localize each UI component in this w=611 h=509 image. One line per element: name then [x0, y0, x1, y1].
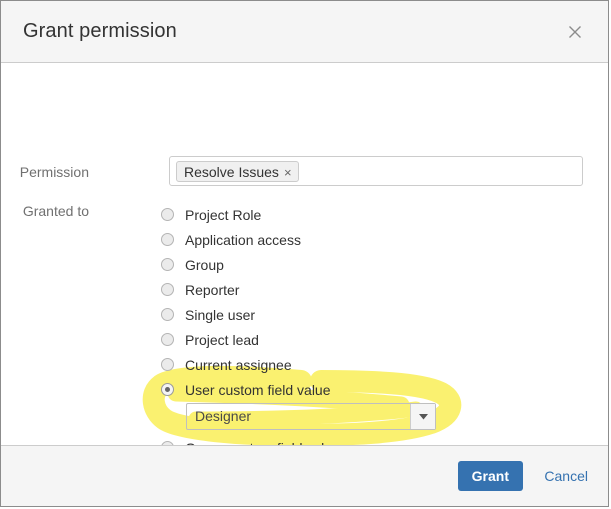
radio-option-label: Single user [185, 306, 256, 323]
permission-chip-label: Resolve Issues [184, 164, 279, 180]
radio-option-reporter[interactable]: Reporter [161, 277, 340, 302]
close-icon[interactable] [564, 21, 586, 43]
radio-icon [161, 258, 174, 271]
radio-icon [161, 358, 174, 371]
radio-option-project-role[interactable]: Project Role [161, 202, 340, 227]
permission-chip: Resolve Issues × [176, 161, 299, 182]
radio-option-single-user[interactable]: Single user [161, 302, 340, 327]
grant-button[interactable]: Grant [457, 461, 523, 491]
granted-to-label: Granted to [22, 203, 89, 219]
dialog-header: Grant permission [1, 1, 608, 63]
radio-option-label: Reporter [185, 281, 240, 298]
radio-option-label: Project lead [185, 331, 259, 348]
radio-option-application-access[interactable]: Application access [161, 227, 340, 252]
permission-chip-remove-icon[interactable]: × [284, 162, 292, 183]
radio-option-label: Group custom field value [185, 440, 340, 446]
radio-icon-selected [161, 383, 174, 396]
dialog-footer: Grant Cancel [1, 445, 608, 506]
radio-option-label: Project Role [185, 206, 262, 223]
radio-option-label: Current assignee [185, 356, 292, 373]
radio-icon [161, 208, 174, 221]
radio-option-label: User custom field value [185, 381, 331, 398]
radio-option-group[interactable]: Group [161, 252, 340, 277]
radio-option-user-custom-field-value[interactable]: User custom field value [161, 377, 340, 402]
radio-option-label: Application access [185, 231, 301, 248]
user-custom-field-select-wrap: Designer [186, 403, 436, 430]
radio-option-group-custom-field-value[interactable]: Group custom field value [161, 435, 340, 445]
radio-option-current-assignee[interactable]: Current assignee [161, 352, 340, 377]
radio-option-project-lead[interactable]: Project lead [161, 327, 340, 352]
radio-icon [161, 283, 174, 296]
permission-label: Permission [19, 164, 89, 180]
user-custom-field-select[interactable]: Designer [186, 403, 436, 430]
radio-icon [161, 333, 174, 346]
chevron-down-icon[interactable] [410, 404, 435, 429]
radio-icon [161, 441, 174, 445]
radio-icon [161, 233, 174, 246]
radio-icon [161, 308, 174, 321]
permission-input[interactable]: Resolve Issues × [169, 156, 583, 186]
radio-option-label: Group [185, 256, 224, 273]
page-title: Grant permission [23, 20, 177, 42]
grant-permission-dialog: Grant permission Permission Resolve Issu… [0, 0, 609, 507]
cancel-button[interactable]: Cancel [544, 468, 588, 484]
user-custom-field-select-value: Designer [195, 408, 252, 424]
dialog-body: Permission Resolve Issues × Granted to Pr… [1, 63, 608, 445]
